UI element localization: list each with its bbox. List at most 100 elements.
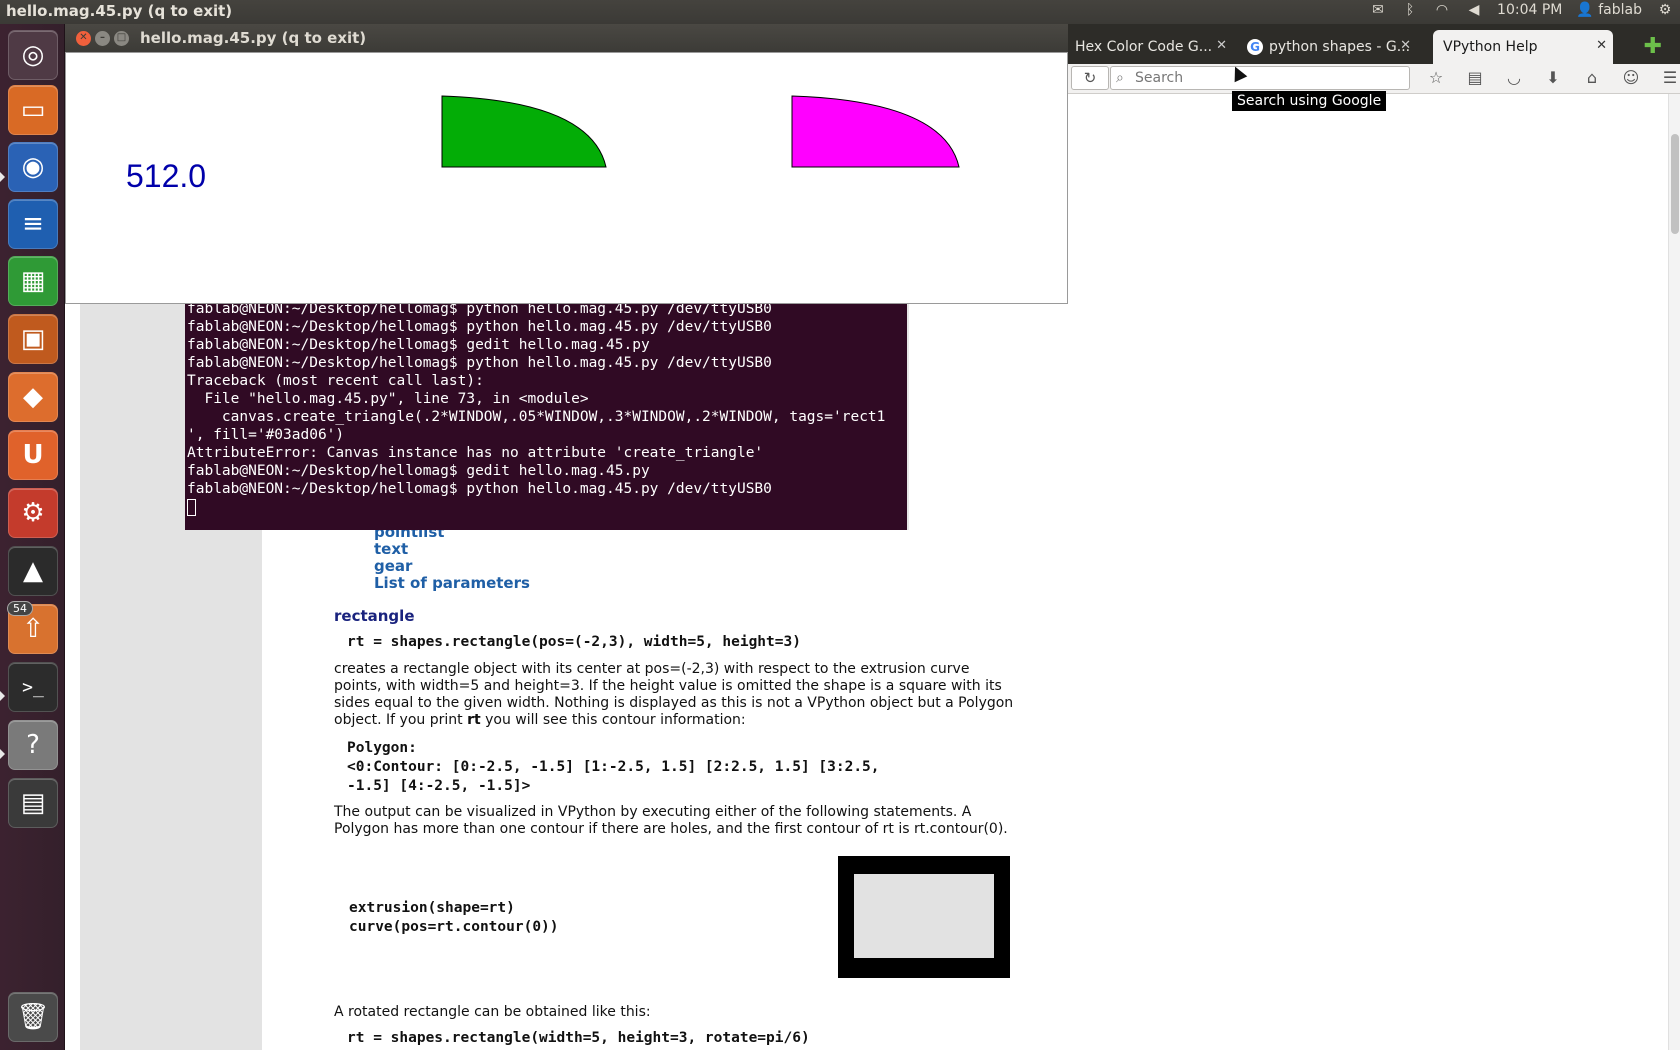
volume-muted-icon[interactable]: ◀: [1465, 2, 1483, 18]
google-icon: G: [1247, 39, 1263, 55]
mail-icon[interactable]: ✉: [1369, 2, 1387, 18]
updater-badge: 54: [7, 601, 33, 616]
launcher: ◎ ▭ ◉ ≡ ▦ ▣ ◆ U ⚙ ▲ ⇧ 54 >_ ? ▤ 🗑: [0, 24, 65, 1050]
terminal-line: fablab@NEON:~/Desktop/hellomag$ python h…: [187, 481, 772, 497]
firefox-icon[interactable]: ◉: [8, 142, 58, 192]
tab-python-shapes[interactable]: G python shapes - G... ✕: [1237, 30, 1417, 64]
bluetooth-icon[interactable]: ᛒ: [1401, 2, 1419, 18]
terminal-window[interactable]: fablab@NEON:~/Desktop/hellomag$ python h…: [185, 300, 909, 530]
close-tab-icon[interactable]: ✕: [1596, 38, 1607, 53]
downloads-icon[interactable]: ⬇: [1542, 67, 1564, 89]
search-placeholder: Search: [1135, 70, 1184, 86]
panel-window-title: hello.mag.45.py (q to exit): [6, 2, 233, 20]
code-line: <0:Contour: [0:-2.5, -1.5] [1:-2.5, 1.5]…: [347, 759, 880, 775]
tab-hex-color[interactable]: Hex Color Code G... ✕: [1065, 30, 1233, 64]
paragraph-rectangle-desc: creates a rectangle object with its cent…: [334, 661, 1014, 729]
ubuntu-one-icon[interactable]: U: [8, 430, 58, 480]
chat-icon[interactable]: ☺: [1620, 67, 1642, 89]
bookmark-star-icon[interactable]: ☆: [1425, 67, 1447, 89]
paragraph-visualize: The output can be visualized in VPython …: [334, 804, 1008, 837]
tab-label: VPython Help: [1443, 39, 1538, 55]
tab-label: python shapes - G...: [1269, 39, 1411, 55]
terminal-line: canvas.create_triangle(.2*WINDOW,.05*WIN…: [187, 409, 886, 425]
terminal-icon[interactable]: >_: [8, 662, 58, 712]
terminal-prompt-line: [187, 498, 907, 516]
search-icon: ⌕: [1116, 70, 1124, 86]
tk-canvas[interactable]: 512.0: [65, 52, 1068, 304]
user-menu[interactable]: 👤 fablab: [1576, 2, 1642, 18]
code-rectangle-create: rt = shapes.rectangle(pos=(-2,3), width=…: [347, 634, 801, 650]
toolbar-icons: ☆ ▤ ◡ ⬇ ⌂ ☺ ☰: [1425, 67, 1680, 89]
code-extrusion: extrusion(shape=rt) curve(pos=rt.contour…: [349, 899, 559, 937]
code-line: curve(pos=rt.contour(0)): [349, 919, 559, 935]
maximize-window-icon[interactable]: □: [114, 31, 129, 46]
section-title-rectangle: rectangle: [334, 607, 415, 625]
top-panel: hello.mag.45.py (q to exit) ✉ ᛒ ◠ ◀ 10:0…: [0, 0, 1680, 24]
tab-vpython-help[interactable]: VPython Help ✕: [1433, 30, 1613, 64]
libreoffice-impress-icon[interactable]: ▣: [8, 314, 58, 364]
system-settings-icon[interactable]: ⚙: [8, 488, 58, 538]
running-indicator: [0, 691, 5, 701]
page-scrollbar[interactable]: [1668, 94, 1680, 1050]
terminal-line: fablab@NEON:~/Desktop/hellomag$ python h…: [187, 319, 772, 335]
terminal-cursor: [187, 498, 196, 516]
terminal-line: Traceback (most recent call last):: [187, 373, 484, 389]
tk-window-titlebar[interactable]: ✕ – □ hello.mag.45.py (q to exit): [65, 24, 1068, 52]
close-window-icon[interactable]: ✕: [76, 31, 91, 46]
rectangle-figure-hole: [854, 874, 994, 958]
terminal-line: fablab@NEON:~/Desktop/hellomag$ gedit he…: [187, 463, 650, 479]
files-icon[interactable]: ▭: [8, 85, 58, 135]
software-center-icon[interactable]: ◆: [8, 372, 58, 422]
minimize-window-icon[interactable]: –: [95, 31, 110, 46]
terminal-line: fablab@NEON:~/Desktop/hellomag$ python h…: [187, 355, 772, 371]
firefox-toolbar: ↻ ⌕ Search ☆ ▤ ◡ ⬇ ⌂ ☺ ☰: [1065, 64, 1680, 94]
new-tab-button[interactable]: ✚: [1644, 34, 1662, 59]
indicator-area: ✉ ᛒ ◠ ◀ 10:04 PM 👤 fablab ⚙: [1369, 2, 1674, 18]
code-rotated-rectangle: rt = shapes.rectangle(width=5, height=3,…: [347, 1030, 810, 1046]
code-polygon-output: Polygon: <0:Contour: [0:-2.5, -1.5] [1:-…: [347, 739, 880, 796]
libreoffice-writer-icon[interactable]: ≡: [8, 199, 58, 249]
search-tooltip: Search using Google: [1232, 91, 1387, 111]
user-name: fablab: [1598, 2, 1642, 18]
terminal-line: ', fill='#03ad06'): [187, 427, 345, 443]
search-input[interactable]: ⌕ Search: [1110, 66, 1410, 90]
menu-hamburger-icon[interactable]: ☰: [1659, 67, 1680, 89]
home-icon[interactable]: ⌂: [1581, 67, 1603, 89]
terminal-line: AttributeError: Canvas instance has no a…: [187, 445, 764, 461]
tk-shapes: [441, 95, 960, 168]
paragraph-rotated: A rotated rectangle can be obtained like…: [334, 1004, 651, 1020]
rectangle-figure: [838, 856, 1010, 978]
para-text: you will see this contour information:: [480, 712, 746, 728]
code-line: Polygon:: [347, 740, 417, 756]
libreoffice-calc-icon[interactable]: ▦: [8, 256, 58, 306]
trash-icon[interactable]: 🗑: [8, 992, 58, 1042]
running-indicator: [0, 749, 5, 759]
scrollbar-thumb[interactable]: [1671, 134, 1679, 234]
tab-label: Hex Color Code G...: [1075, 39, 1213, 55]
para-bold-rt: rt: [467, 712, 481, 728]
toc-link-text[interactable]: text: [374, 541, 530, 558]
workspace-switcher-icon[interactable]: ▤: [8, 778, 58, 828]
tk-window-title: hello.mag.45.py (q to exit): [140, 29, 367, 47]
clock[interactable]: 10:04 PM: [1497, 2, 1562, 18]
toc-link-parameters[interactable]: List of parameters: [374, 575, 530, 592]
wifi-icon[interactable]: ◠: [1433, 2, 1451, 18]
reload-icon: ↻: [1083, 69, 1097, 87]
terminal-line: File "hello.mag.45.py", line 73, in <mod…: [187, 391, 589, 407]
reading-list-icon[interactable]: ▤: [1464, 67, 1486, 89]
toc-link-gear[interactable]: gear: [374, 558, 530, 575]
close-tab-icon[interactable]: ✕: [1400, 38, 1411, 53]
inkscape-icon[interactable]: ▲: [8, 546, 58, 596]
pocket-icon[interactable]: ◡: [1503, 67, 1525, 89]
code-line: -1.5] [4:-2.5, -1.5]>: [347, 778, 531, 794]
terminal-line: fablab@NEON:~/Desktop/hellomag$ gedit he…: [187, 337, 650, 353]
reload-button[interactable]: ↻: [1071, 66, 1109, 90]
close-tab-icon[interactable]: ✕: [1216, 38, 1227, 53]
session-gear-icon[interactable]: ⚙: [1656, 2, 1674, 18]
ubuntu-dash-icon[interactable]: ◎: [8, 30, 58, 80]
help-icon[interactable]: ?: [8, 720, 58, 770]
firefox-tab-bar: Hex Color Code G... ✕ G python shapes - …: [1065, 24, 1680, 64]
magenta-quarter-shape: [791, 95, 960, 168]
software-updater-icon[interactable]: ⇧ 54: [7, 601, 58, 654]
green-quarter-shape: [441, 95, 607, 168]
